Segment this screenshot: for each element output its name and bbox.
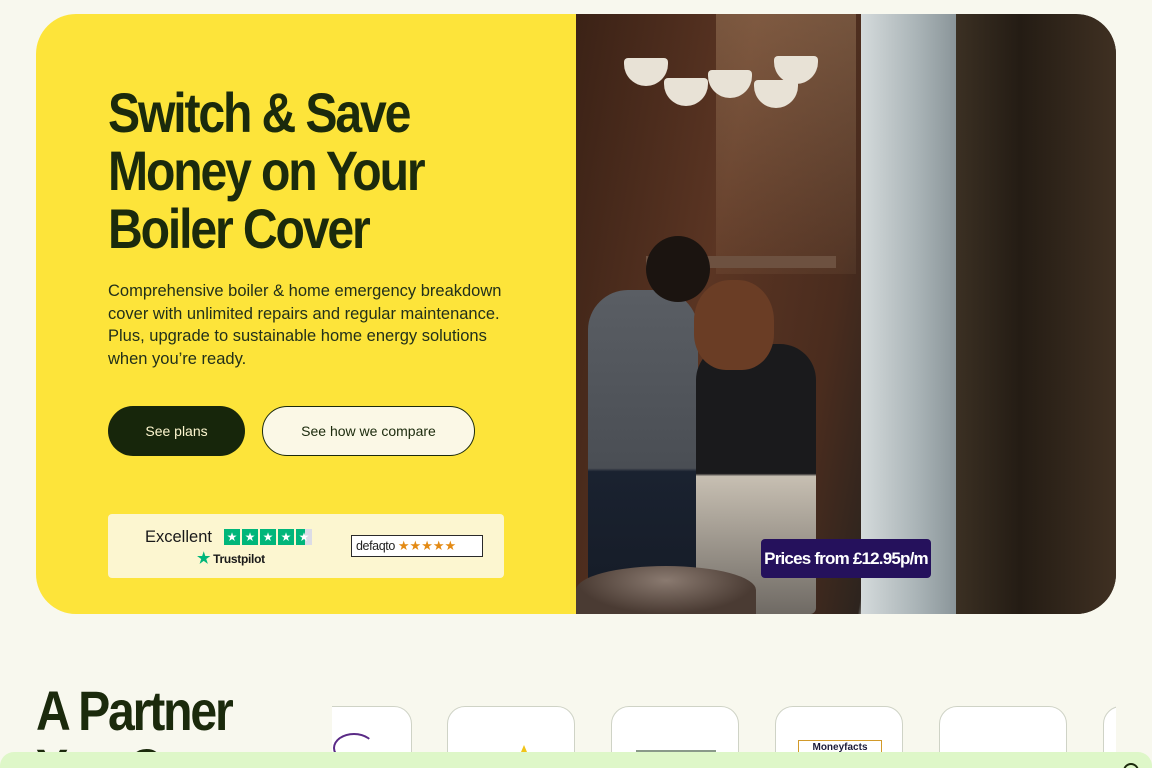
- photo-table: [576, 566, 756, 614]
- hero-title-line: Switch & Save: [108, 81, 411, 144]
- star-icon: ★: [242, 529, 258, 545]
- hero-title-line: Money on Your: [108, 139, 426, 202]
- hero-title-line: Boiler Cover: [108, 197, 371, 260]
- star-icon: ★: [278, 529, 294, 545]
- trustpilot-logo[interactable]: ★ Trustpilot: [197, 550, 265, 567]
- hero-photo: Prices from £12.95p/m: [576, 14, 1116, 614]
- ratings-box: Excellent ★ ★ ★ ★ ★ ★ Trustpilot defaqto…: [108, 514, 504, 578]
- trustpilot-brand-text: Trustpilot: [213, 552, 265, 566]
- photo-door: [956, 14, 1116, 614]
- hero-section: Switch & Save Money on Your Boiler Cover…: [36, 14, 1116, 614]
- see-how-we-compare-button[interactable]: See how we compare: [262, 406, 475, 456]
- defaqto-rating-badge[interactable]: defaqto ★★★★★: [351, 535, 483, 557]
- defaqto-stars: ★★★★★: [397, 538, 457, 553]
- half-star-icon: ★: [296, 529, 312, 545]
- chandelier-icon: [624, 38, 818, 148]
- star-icon: ★: [224, 529, 240, 545]
- price-badge: Prices from £12.95p/m: [761, 539, 931, 578]
- photo-fridge: [861, 14, 956, 614]
- defaqto-brand-text: defaqto: [356, 539, 395, 553]
- photo-person-woman-head: [694, 280, 774, 370]
- notice-bar: [0, 752, 1152, 768]
- hero-description: Comprehensive boiler & home emergency br…: [108, 282, 502, 368]
- photo-person-man-head: [646, 236, 710, 302]
- trustpilot-rating-label: Excellent: [145, 528, 212, 546]
- star-icon: ★: [260, 529, 276, 545]
- hero-title: Switch & Save Money on Your Boiler Cover: [108, 84, 469, 258]
- info-icon[interactable]: [1123, 763, 1139, 768]
- partner-title-line: A Partner: [36, 679, 234, 742]
- trustpilot-stars: ★ ★ ★ ★ ★: [224, 529, 312, 545]
- hero-text-panel: Switch & Save Money on Your Boiler Cover…: [36, 14, 576, 614]
- see-plans-button[interactable]: See plans: [108, 406, 245, 456]
- trustpilot-star-icon: ★: [197, 550, 211, 567]
